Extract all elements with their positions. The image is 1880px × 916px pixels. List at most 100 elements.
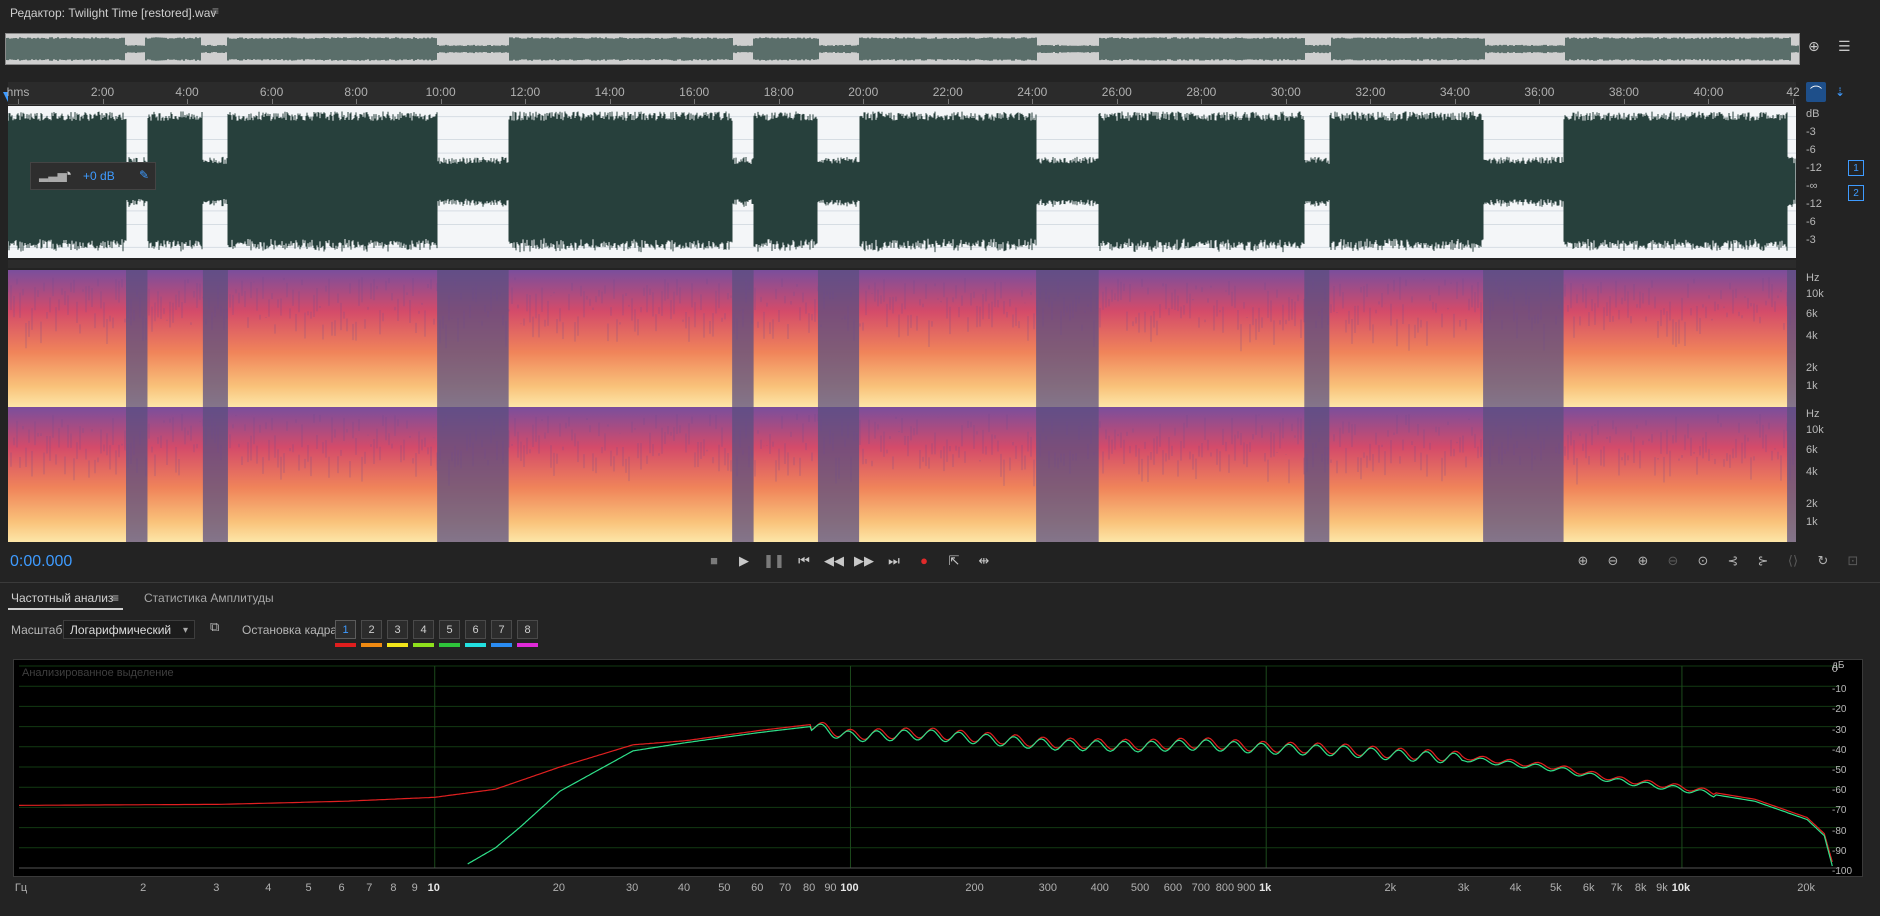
hold-frame-button-1[interactable]: 1	[335, 620, 356, 639]
freq-x-tick: 2	[140, 882, 147, 894]
play-icon[interactable]: ▶	[733, 551, 755, 571]
freq-x-tick: 10	[427, 882, 440, 894]
active-tab-underline	[8, 608, 123, 610]
overview-navigator[interactable]	[5, 33, 1800, 65]
frequency-chart[interactable]	[13, 659, 1863, 877]
timeline-ruler[interactable]: hms 2:00 4:00 6:00 8:00 10:00 12:00 14:00 16:00 1…	[7, 82, 1800, 105]
ruler-tick-mark	[1201, 99, 1203, 104]
ruler-tick-label: 6:00	[259, 85, 284, 99]
ruler-tick-label: 18:00	[763, 85, 794, 99]
hold-frame-button-8[interactable]: 8	[517, 620, 538, 639]
fast-forward-icon[interactable]: ▶▶	[853, 551, 875, 571]
freq-x-tick: 6k	[1582, 882, 1595, 894]
ruler-tick-mark	[1454, 99, 1456, 104]
volume-knob-icon[interactable]: ◔	[63, 166, 72, 183]
hold-frame-button-3[interactable]: 3	[387, 620, 408, 639]
ruler-tick-mark	[1370, 99, 1372, 104]
snap-playhead-icon[interactable]: ⌒	[1806, 82, 1826, 102]
channel-1-toggle[interactable]: 1	[1848, 160, 1864, 176]
spectrogram-channel-1[interactable]	[7, 270, 1796, 407]
ruler-tick-mark	[1708, 99, 1710, 104]
hold-frame-button-6[interactable]: 6	[465, 620, 486, 639]
spectrogram-quiet-region	[126, 407, 148, 542]
zoom-in-amplitude-icon[interactable]: ⊕	[1572, 551, 1594, 571]
hud-gain-value[interactable]: +0 dB	[83, 169, 115, 183]
waveform-path	[7, 111, 1796, 253]
waveform-display[interactable]	[7, 106, 1796, 258]
freq-db-tick: 0	[1832, 664, 1838, 675]
view-divider[interactable]	[8, 260, 1796, 268]
tab-menu-icon[interactable]: ≡	[112, 591, 119, 605]
overview-options-icon[interactable]: ☰	[1838, 38, 1851, 55]
spectrogram-hz-label: 2k	[1806, 362, 1818, 374]
tab-amplitude-statistics[interactable]: Статистика Амплитуды	[144, 591, 274, 605]
freq-x-tick: 7k	[1610, 882, 1623, 894]
hud-pin-icon[interactable]: ✎	[139, 168, 149, 182]
zoom-in-time-icon[interactable]: ⊕	[1632, 551, 1654, 571]
ruler-tick-mark	[1032, 99, 1034, 104]
go-to-start-icon[interactable]: ⏮	[793, 551, 815, 571]
overview-waveform	[5, 37, 1799, 61]
hold-frame-button-4[interactable]: 4	[413, 620, 434, 639]
freq-db-tick: -60	[1832, 785, 1847, 797]
record-icon[interactable]: ●	[913, 551, 935, 571]
hold-frame-color-1	[335, 643, 356, 647]
freq-x-tick: 7	[366, 882, 373, 894]
scale-select[interactable]: Логарифмический ▾	[63, 620, 195, 639]
zoom-in-left-icon[interactable]: ⊰	[1722, 551, 1744, 571]
hold-frame-label: Остановка кадра:	[242, 623, 341, 637]
ruler-tick-mark	[778, 99, 780, 104]
stop-icon[interactable]: ■	[703, 551, 725, 571]
chevron-down-icon: ▾	[182, 625, 188, 636]
pause-icon[interactable]: ❚❚	[763, 551, 785, 571]
ruler-tick-label: 28:00	[1186, 85, 1217, 99]
spectrogram-channel-2[interactable]	[7, 407, 1796, 542]
go-to-end-icon[interactable]: ⏭	[883, 551, 905, 571]
ruler-tick-mark	[609, 99, 611, 104]
hud-volume[interactable]: ▂▃▅ ◔ +0 dB ✎	[30, 162, 156, 190]
tab-frequency-analysis[interactable]: Частотный анализ	[11, 591, 113, 605]
spectrogram-hz-label: 2k	[1806, 498, 1818, 510]
spectrogram-canvas-1	[7, 270, 1796, 407]
hold-frame-button-5[interactable]: 5	[439, 620, 460, 639]
zoom-out-amplitude-icon[interactable]: ⊖	[1602, 551, 1624, 571]
freq-x-tick: 4k	[1509, 882, 1522, 894]
zoom-selection-icon[interactable]: ⟨⟩	[1782, 551, 1804, 571]
current-time[interactable]: 0:00.000	[10, 553, 72, 571]
freq-x-tick: 50	[718, 882, 731, 894]
loop-icon[interactable]: ⇱	[943, 551, 965, 571]
marker-pin-icon[interactable]: ⇣	[1830, 82, 1850, 102]
spectrogram-hz-label: 1k	[1806, 380, 1818, 392]
freq-x-tick: 800	[1215, 882, 1235, 894]
waveform-canvas	[7, 111, 1796, 253]
freq-db-tick: -30	[1832, 724, 1847, 736]
waveform-db-label: -3	[1806, 234, 1816, 246]
freq-x-tick: 3k	[1457, 882, 1470, 894]
rewind-icon[interactable]: ◀◀	[823, 551, 845, 571]
spectrogram-quiet-region	[732, 270, 754, 407]
zoom-out-full-icon[interactable]: ⊙	[1692, 551, 1714, 571]
zoom-frequency-icon[interactable]: ⊡	[1842, 551, 1864, 571]
ruler-tick-label: 38:00	[1608, 85, 1639, 99]
freq-x-tick: 3	[213, 882, 220, 894]
hold-frame-button-2[interactable]: 2	[361, 620, 382, 639]
ruler-tick-label: 36:00	[1524, 85, 1555, 99]
zoom-out-time-icon[interactable]: ⊖	[1662, 551, 1684, 571]
editor-menu-icon[interactable]: ≡	[212, 4, 219, 18]
freq-db-tick: -80	[1832, 825, 1847, 837]
ruler-tick-label: 32:00	[1355, 85, 1386, 99]
channel-2-toggle[interactable]: 2	[1848, 185, 1864, 201]
hold-frame-color-2	[361, 643, 382, 647]
freq-x-tick: 10k	[1671, 882, 1691, 894]
skip-selection-icon[interactable]: ⇹	[973, 551, 995, 571]
spectrogram-hz-label: 6k	[1806, 308, 1818, 320]
analysis-panel-tabs: Частотный анализ ≡ Статистика Амплитуды	[0, 582, 1880, 613]
scale-options-icon[interactable]: ⧉	[210, 619, 219, 635]
zoom-to-selection-icon[interactable]: ⊕	[1808, 38, 1820, 55]
overview-waveform-path	[5, 37, 1799, 61]
spectrogram-hz-label: 4k	[1806, 466, 1818, 478]
freq-x-tick: 20	[552, 882, 565, 894]
zoom-in-right-icon[interactable]: ⊱	[1752, 551, 1774, 571]
zoom-reset-icon[interactable]: ↻	[1812, 551, 1834, 571]
hold-frame-button-7[interactable]: 7	[491, 620, 512, 639]
